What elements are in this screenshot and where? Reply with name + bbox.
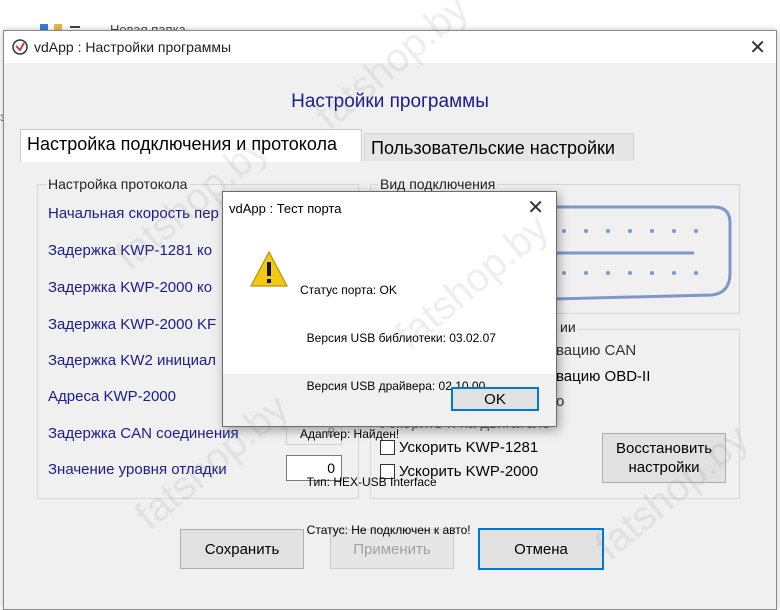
option-partial-o: о: [556, 393, 565, 410]
dialog-message-line: Адаптер: Найден!: [300, 427, 400, 441]
background-explorer-strip: Новая папка: [0, 0, 780, 37]
protocol-label-kwp2000-addresses: Адреса KWP-2000: [48, 388, 176, 405]
window-title: vdApp : Настройки программы: [34, 39, 232, 55]
protocol-label-kwp1281-delay: Задержка KWP-1281 ко: [48, 242, 213, 259]
window-titlebar[interactable]: vdApp : Настройки программы ✕: [4, 31, 776, 63]
dialog-body: Статус порта: OK Версия USB библиотеки: …: [223, 224, 556, 537]
restore-settings-button[interactable]: Восстановить настройки: [602, 433, 726, 483]
option-partial-obd: вацию OBD-II: [556, 368, 651, 385]
dialog-message-line: Версия USB библиотеки: 03.02.07: [300, 331, 496, 345]
ok-button[interactable]: OK: [451, 387, 539, 411]
save-button[interactable]: Сохранить: [180, 529, 304, 569]
protocol-label-kwp2000-delay: Задержка KWP-2000 ко: [48, 279, 213, 296]
tab-connection-protocol[interactable]: Настройка подключения и протокола: [20, 129, 362, 162]
dialog-close-icon[interactable]: ✕: [527, 195, 544, 220]
page-title: Настройки программы: [291, 91, 489, 112]
option-partial-can: вацию CAN: [556, 342, 637, 359]
tab-user-settings[interactable]: Пользовательские настройки: [364, 133, 634, 163]
warning-icon: [250, 250, 288, 287]
dialog-titlebar[interactable]: vdApp : Тест порта ✕: [223, 192, 556, 224]
cancel-button[interactable]: Отмена: [478, 528, 604, 570]
close-icon[interactable]: ✕: [749, 35, 766, 60]
obd-connector-icon: [544, 205, 732, 301]
dialog-message-line: Тип: HEX-USB Interface: [300, 475, 437, 489]
options-group-title-partial: ии: [558, 319, 578, 335]
port-test-dialog: vdApp : Тест порта ✕ Статус порта: OK Ве…: [222, 191, 557, 537]
dialog-message-line: Статус порта: OK: [300, 283, 397, 297]
connection-group-title: Вид подключения: [378, 176, 498, 192]
protocol-label-start-speed: Начальная скорость пер: [48, 205, 219, 222]
protocol-label-debug-level: Значение уровня отладки: [48, 461, 227, 478]
protocol-group-title: Настройка протокола: [46, 176, 190, 192]
dialog-title: vdApp : Тест порта: [229, 201, 342, 216]
app-icon: [12, 39, 28, 55]
protocol-label-can-delay: Задержка CAN соединения: [48, 425, 239, 442]
protocol-label-kwp2000-kf: Задержка KWP-2000 KF: [48, 316, 217, 333]
protocol-label-kw2-init: Задержка KW2 инициал: [48, 352, 217, 369]
dialog-message-line: Статус: Не подключен к авто!: [300, 523, 471, 537]
